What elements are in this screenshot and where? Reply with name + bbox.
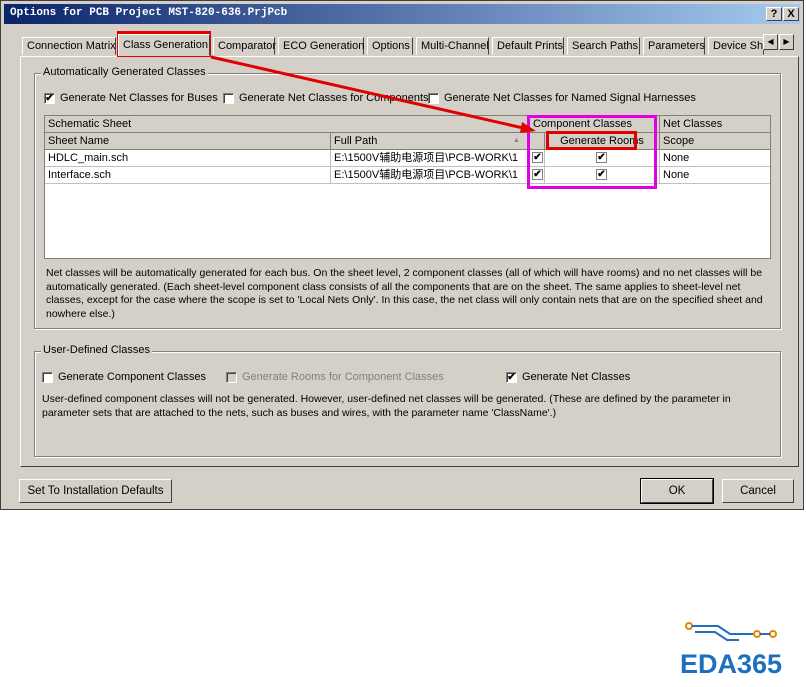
annotation-arrow-line	[210, 55, 533, 132]
tab-class-generation[interactable]: Class Generation	[118, 34, 210, 56]
annotation-arrow-head	[520, 122, 536, 133]
eda365-circuit-logo-icon	[685, 622, 777, 641]
annotation-arrow	[210, 55, 536, 133]
eda365-logo-text: EDA365	[680, 649, 783, 679]
